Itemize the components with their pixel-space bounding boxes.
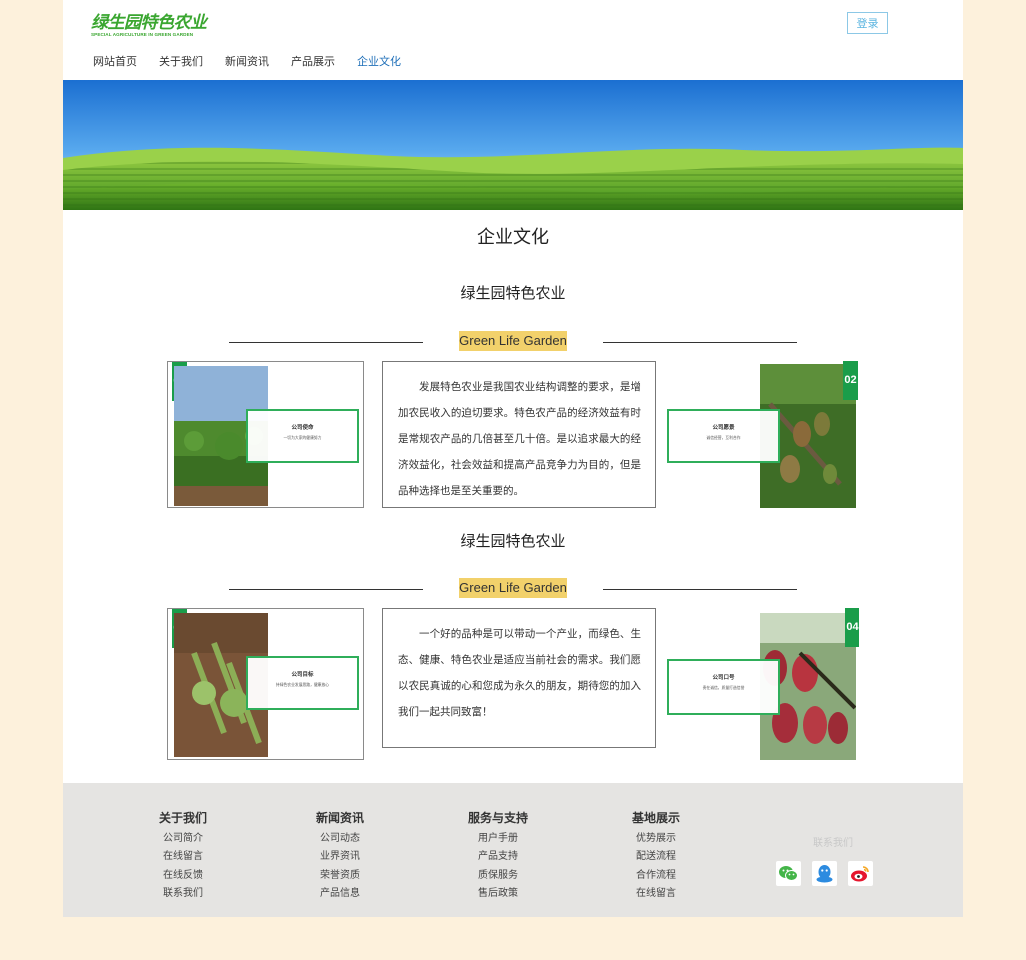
footer-link[interactable]: 公司简介 [133,830,233,848]
footer-link[interactable]: 荣誉资质 [290,867,390,885]
caption-box: 公司目标 持绿色农业发展思路，健康放心 [246,656,359,710]
caption-box: 公司口号 贵在诚信，质量打造信誉 [667,659,780,715]
main-nav: 网站首页 关于我们 新闻资讯 产品展示 企业文化 [93,54,423,70]
site-logo[interactable]: 绿生园特色农业 SPECIAL AGRICULTURE IN GREEN GAR… [91,14,221,42]
contact-label: 联系我们 [813,838,853,849]
caption-title: 公司愿景 [712,425,735,431]
caption-box: 公司愿景 诚信经营，互利合作 [667,409,780,463]
wechat-icon[interactable] [776,861,801,886]
footer-link[interactable]: 公司动态 [290,830,390,848]
footer-link[interactable]: 联系我们 [133,885,233,903]
nav-item-home[interactable]: 网站首页 [93,54,137,70]
footer-column-about: 关于我们 公司简介 在线留言 在线反馈 联系我们 [133,810,233,903]
caption-title: 公司口号 [712,675,735,681]
divider-right [603,342,797,343]
footer-link[interactable]: 质保服务 [448,867,548,885]
tagline-badge: Green Life Garden [459,331,567,351]
culture-text-box: 一个好的品种是可以带动一个产业，而绿色、生态、健康、特色农业是适应当前社会的需求… [382,608,656,748]
footer-link[interactable]: 产品支持 [448,848,548,866]
footer-link[interactable]: 配送流程 [606,848,706,866]
footer-heading: 基地展示 [631,811,680,825]
tagline-badge: Green Life Garden [459,578,567,598]
caption-subtitle: 贵在诚信，质量打造信誉 [702,685,745,690]
culture-card-02: 02 公司愿景 诚信经营，互利合作 [667,361,859,508]
caption-subtitle: 诚信经营，互利合作 [706,435,741,440]
culture-card-04: 04 公司口号 贵在诚信，质量打造信誉 [667,608,859,760]
card-number: 04 [845,608,859,647]
nav-item-news[interactable]: 新闻资讯 [225,54,269,70]
footer-column-news: 新闻资讯 公司动态 业界资讯 荣誉资质 产品信息 [290,810,390,903]
footer-link[interactable]: 用户手册 [448,830,548,848]
divider-left [229,589,423,590]
nav-item-about[interactable]: 关于我们 [159,54,203,70]
login-button[interactable]: 登录 [847,12,888,34]
culture-card-03: 03 公司目标 持绿色农业发展思路，健康放心 [167,608,364,760]
caption-title: 公司使命 [291,425,314,431]
footer-link[interactable]: 在线反馈 [133,867,233,885]
culture-paragraph: 一个好的品种是可以带动一个产业，而绿色、生态、健康、特色农业是适应当前社会的需求… [398,628,641,718]
page: 绿生园特色农业 SPECIAL AGRICULTURE IN GREEN GAR… [63,0,963,917]
nav-item-culture[interactable]: 企业文化 [357,54,401,70]
footer-link[interactable]: 售后政策 [448,885,548,903]
footer-link[interactable]: 合作流程 [606,867,706,885]
footer-link[interactable]: 产品信息 [290,885,390,903]
footer-link[interactable]: 业界资讯 [290,848,390,866]
divider-left [229,342,423,343]
logo-title: 绿生园特色农业 [91,13,207,33]
qq-icon[interactable] [812,861,837,886]
footer-link[interactable]: 优势展示 [606,830,706,848]
divider-right [603,589,797,590]
caption-subtitle: 持绿色农业发展思路，健康放心 [275,682,330,687]
banner-image [63,80,963,210]
footer-link[interactable]: 在线留言 [133,848,233,866]
hero-banner [63,80,963,210]
footer-heading: 关于我们 [158,811,207,825]
caption-box: 公司使命 一切为大家的健康努力 [246,409,359,463]
caption-title: 公司目标 [291,672,314,678]
page-title: 企业文化 [477,227,549,248]
section-title: 绿生园特色农业 [460,532,566,550]
nav-item-products[interactable]: 产品展示 [291,54,335,70]
footer: 关于我们 公司简介 在线留言 在线反馈 联系我们 新闻资讯 公司动态 业界资讯 … [63,783,963,917]
weibo-icon[interactable] [848,861,873,886]
culture-text-box: 发展特色农业是我国农业结构调整的要求，是增加农民收入的迫切要求。特色农产品的经济… [382,361,656,508]
culture-paragraph: 发展特色农业是我国农业结构调整的要求，是增加农民收入的迫切要求。特色农产品的经济… [398,381,641,497]
footer-heading: 新闻资讯 [315,811,364,825]
culture-card-01: 01 公司使命 一切为大家的健康努力 [167,361,364,508]
footer-column-service: 服务与支持 用户手册 产品支持 质保服务 售后政策 [448,810,548,903]
footer-heading: 服务与支持 [467,811,528,825]
caption-subtitle: 一切为大家的健康努力 [283,435,322,440]
card-number: 02 [843,361,858,400]
footer-link[interactable]: 在线留言 [606,885,706,903]
footer-column-base: 基地展示 优势展示 配送流程 合作流程 在线留言 [606,810,706,903]
section-title: 绿生园特色农业 [460,284,566,302]
